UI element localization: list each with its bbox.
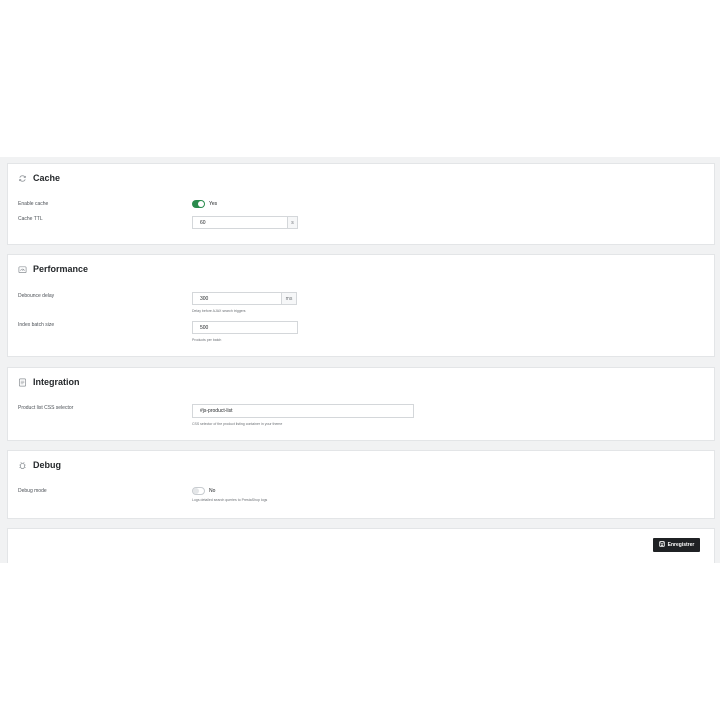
debug-card: Debug Debug mode No Logs detailed search… [7, 450, 715, 519]
enable-cache-control: Yes [192, 200, 217, 208]
product-list-selector-help: CSS selector of the product listing cont… [192, 422, 283, 426]
save-button-label: Enregistrer [667, 542, 695, 548]
performance-card-header: Performance [18, 264, 88, 274]
gauge-icon [18, 265, 27, 274]
debounce-delay-control: 300 ms Delay before AJAX search triggers [192, 292, 297, 313]
debug-mode-control: No Logs detailed search queries to Prest… [192, 487, 267, 502]
save-button[interactable]: Enregistrer [653, 538, 700, 552]
cache-card-header: Cache [18, 173, 60, 183]
cache-ttl-control: 60 s [192, 216, 298, 229]
performance-card: Performance Debounce delay 300 ms Delay … [7, 254, 715, 357]
debounce-delay-label: Debounce delay [18, 293, 55, 299]
enable-cache-label: Enable cache [18, 201, 49, 207]
refresh-icon [18, 174, 27, 183]
form-footer: Enregistrer [7, 528, 715, 563]
document-icon [18, 378, 27, 387]
integration-card-header: Integration [18, 377, 80, 387]
cache-card-title: Cache [33, 173, 61, 183]
index-batch-size-help: Products per batch [192, 338, 222, 342]
product-list-selector-label: Product list CSS selector [18, 405, 74, 411]
product-list-selector-control: #js-product-list CSS selector of the pro… [192, 404, 414, 426]
debug-mode-label: Debug mode [18, 488, 47, 494]
integration-card-title: Integration [33, 377, 80, 387]
cache-ttl-label: Cache TTL [18, 216, 43, 222]
debounce-delay-input[interactable]: 300 [192, 292, 282, 305]
debug-mode-help: Logs detailed search queries to PrestaSh… [192, 498, 268, 502]
debug-mode-toggle[interactable] [192, 487, 205, 495]
enable-cache-value: Yes [209, 201, 218, 207]
debug-card-header: Debug [18, 460, 61, 470]
cache-ttl-input[interactable]: 60 [192, 216, 288, 229]
integration-card: Integration Product list CSS selector #j… [7, 367, 715, 441]
debounce-delay-unit: ms [282, 292, 297, 305]
index-batch-size-control: 500 Products per batch [192, 321, 298, 342]
debug-mode-value: No [209, 488, 216, 494]
save-icon [658, 541, 665, 549]
debounce-delay-help: Delay before AJAX search triggers [192, 309, 246, 313]
enable-cache-toggle[interactable] [192, 200, 205, 208]
bug-icon [18, 461, 27, 470]
cache-card: Cache Enable cache Yes Cache TTL 60 s [7, 163, 715, 245]
performance-card-title: Performance [33, 264, 89, 274]
index-batch-size-input[interactable]: 500 [192, 321, 298, 334]
product-list-selector-input[interactable]: #js-product-list [192, 404, 414, 418]
index-batch-size-label: Index batch size [18, 322, 55, 328]
debug-card-title: Debug [33, 460, 61, 470]
cache-ttl-unit: s [288, 216, 298, 229]
